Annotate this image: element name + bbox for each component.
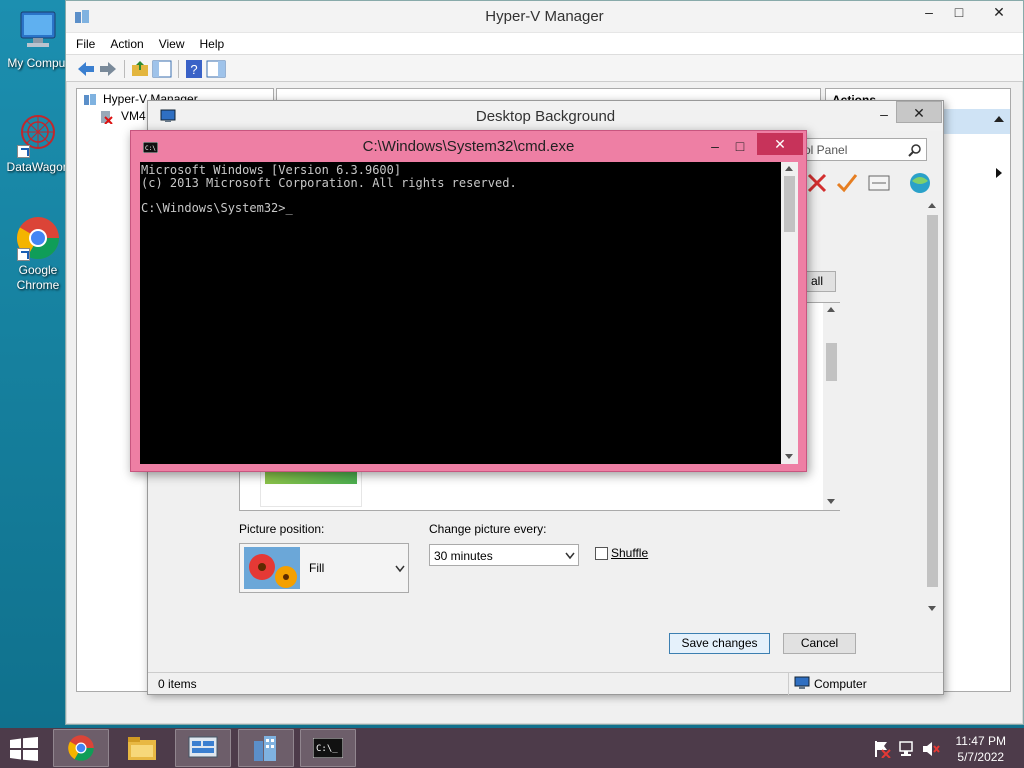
cancel-button[interactable]: Cancel xyxy=(783,633,856,654)
hyperv-node-icon xyxy=(84,94,96,105)
back-arrow-icon[interactable] xyxy=(76,59,96,79)
scroll-down-arrow-icon[interactable] xyxy=(827,499,835,504)
toolbar: ? xyxy=(66,54,1023,82)
shuffle-label[interactable]: Shuffle xyxy=(611,546,648,560)
server-manager-icon xyxy=(188,736,218,758)
search-placeholder: ol Panel xyxy=(804,143,848,157)
hyperv-title: Hyper-V Manager xyxy=(485,8,604,25)
action-center-flag-icon[interactable] xyxy=(873,740,891,758)
start-windows-icon[interactable] xyxy=(10,737,38,761)
hyperv-titlebar[interactable]: Hyper-V Manager – □ ✕ xyxy=(66,1,1023,32)
console-scrollbar[interactable] xyxy=(781,162,798,464)
taskbar-server-manager[interactable] xyxy=(175,729,231,767)
collapse-arrow-icon[interactable] xyxy=(994,116,1004,122)
console-prompt[interactable]: C:\Windows\System32>_ xyxy=(141,201,780,215)
server-error-icon xyxy=(101,111,113,124)
svg-text:C:\_: C:\_ xyxy=(316,744,338,754)
window-icon[interactable] xyxy=(868,174,890,192)
checkmark-icon[interactable] xyxy=(836,172,858,194)
datawagon-icon xyxy=(15,112,61,158)
taskbar-hyperv-manager[interactable] xyxy=(238,729,294,767)
minimize-button[interactable]: – xyxy=(701,135,729,157)
menu-action[interactable]: Action xyxy=(110,37,143,51)
flower-thumbnail-icon xyxy=(244,547,300,589)
minimize-button[interactable]: – xyxy=(914,1,944,23)
menu-bar: File Action View Help xyxy=(66,32,1023,54)
scroll-up-arrow-icon[interactable] xyxy=(928,203,936,208)
cmd-titlebar[interactable]: C:\ C:\Windows\System32\cmd.exe – □ ✕ xyxy=(131,131,806,162)
change-every-select[interactable]: 30 minutes xyxy=(429,544,579,566)
red-x-icon[interactable] xyxy=(806,172,828,194)
show-hide-action-pane-icon[interactable] xyxy=(206,59,226,79)
console-line: ​ xyxy=(141,189,780,202)
search-icon[interactable] xyxy=(908,143,922,157)
taskbar-cmd[interactable]: C:\_ xyxy=(300,729,356,767)
clock-time: 11:47 PM xyxy=(955,734,1006,748)
console-output[interactable]: Microsoft Windows [Version 6.3.9600] (c) … xyxy=(140,162,781,464)
hyperv-taskbar-icon xyxy=(254,736,276,761)
save-changes-button[interactable]: Save changes xyxy=(669,633,770,654)
content-vertical-scrollbar[interactable] xyxy=(924,201,941,619)
computer-icon xyxy=(15,8,61,54)
clock-date: 5/7/2022 xyxy=(957,750,1005,764)
status-zone: Computer xyxy=(814,677,867,691)
tree-node-vm4[interactable]: VM4 xyxy=(121,109,146,123)
taskbar: C:\_ 11:47 PM 5/7/2022 xyxy=(0,728,1024,768)
picture-position-select[interactable]: Fill xyxy=(239,543,409,593)
scroll-down-arrow-icon[interactable] xyxy=(785,454,793,459)
volume-muted-icon[interactable] xyxy=(922,740,940,758)
desktop-background-titlebar[interactable]: Desktop Background – ✕ xyxy=(148,101,943,131)
forward-arrow-icon[interactable] xyxy=(98,59,118,79)
taskbar-file-explorer[interactable] xyxy=(114,729,170,767)
close-button[interactable]: ✕ xyxy=(896,101,942,123)
globe-icon[interactable] xyxy=(908,171,932,195)
cmd-window[interactable]: C:\ C:\Windows\System32\cmd.exe – □ ✕ Mi… xyxy=(130,130,807,472)
menu-file[interactable]: File xyxy=(76,37,95,51)
chrome-icon xyxy=(68,735,94,761)
picture-position-value: Fill xyxy=(309,561,325,575)
help-icon[interactable]: ? xyxy=(184,59,204,79)
shuffle-checkbox[interactable] xyxy=(595,547,608,560)
close-button[interactable]: ✕ xyxy=(757,133,803,155)
minimize-button[interactable]: – xyxy=(873,103,895,125)
close-button[interactable]: ✕ xyxy=(976,1,1022,23)
taskbar-chrome[interactable] xyxy=(53,729,109,767)
scroll-up-arrow-icon[interactable] xyxy=(785,166,793,171)
chrome-icon xyxy=(15,215,61,261)
status-items-count: 0 items xyxy=(158,677,197,691)
show-hide-console-tree-icon[interactable] xyxy=(152,59,172,79)
maximize-button[interactable]: □ xyxy=(728,135,752,157)
scrollbar-thumb[interactable] xyxy=(826,343,837,381)
desktop-background-title: Desktop Background xyxy=(475,108,616,125)
console-line: (c) 2013 Microsoft Corporation. All righ… xyxy=(141,175,517,190)
chevron-down-icon xyxy=(565,552,575,560)
folder-icon xyxy=(128,737,156,760)
expand-arrow-icon[interactable] xyxy=(996,168,1002,178)
menu-view[interactable]: View xyxy=(159,37,185,51)
scroll-up-arrow-icon[interactable] xyxy=(827,307,835,312)
scroll-down-arrow-icon[interactable] xyxy=(928,606,936,611)
change-every-label: Change picture every: xyxy=(429,522,547,536)
status-bar: 0 items Computer xyxy=(148,672,943,695)
picture-position-label: Picture position: xyxy=(239,522,325,536)
search-input[interactable]: ol Panel xyxy=(798,138,927,161)
svg-text:?: ? xyxy=(190,62,197,77)
maximize-button[interactable]: □ xyxy=(944,1,974,23)
up-folder-icon[interactable] xyxy=(130,59,150,79)
change-every-value: 30 minutes xyxy=(434,549,493,563)
network-icon[interactable] xyxy=(898,740,916,758)
shortcut-arrow-icon xyxy=(17,248,30,261)
computer-zone-icon xyxy=(794,676,810,689)
cmd-taskbar-icon: C:\_ xyxy=(313,738,343,758)
system-clock[interactable]: 11:47 PM 5/7/2022 xyxy=(956,733,1006,765)
chevron-down-icon xyxy=(395,565,405,573)
console-line: Microsoft Windows [Version 6.3.9600] xyxy=(141,163,402,177)
shortcut-arrow-icon xyxy=(17,145,30,158)
scrollbar-thumb[interactable] xyxy=(784,176,795,232)
menu-help[interactable]: Help xyxy=(200,37,225,51)
picture-list-scrollbar[interactable] xyxy=(823,303,840,510)
scrollbar-thumb[interactable] xyxy=(927,215,938,587)
